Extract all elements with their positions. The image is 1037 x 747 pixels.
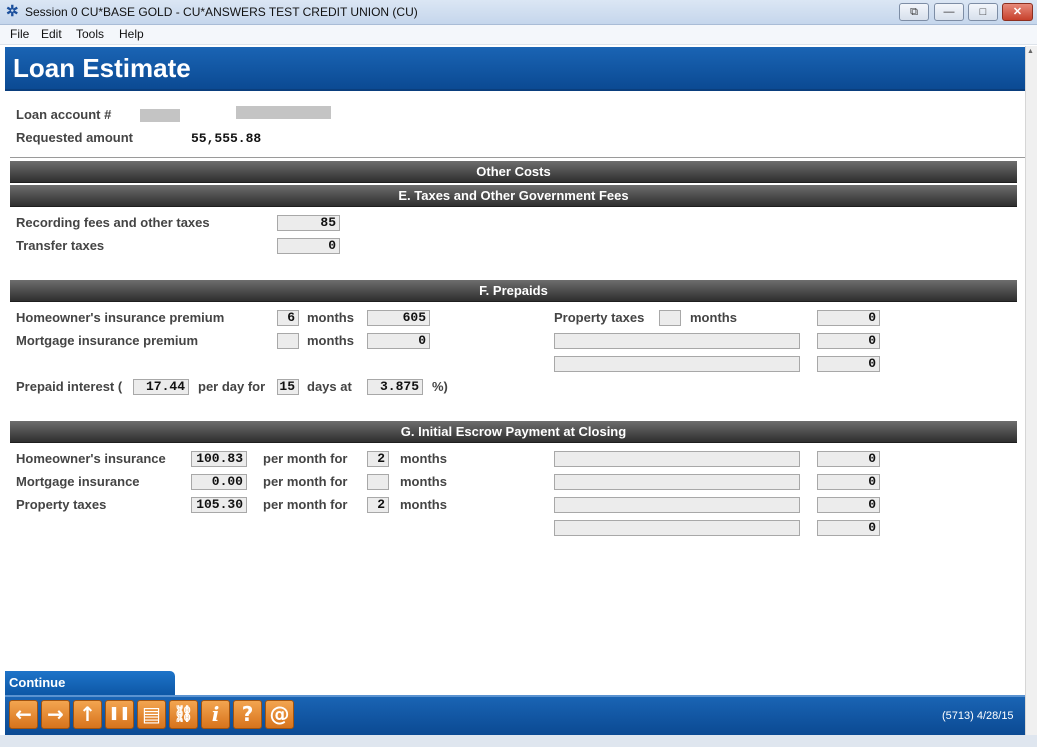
divider xyxy=(10,157,1025,158)
link-icon[interactable]: ⛓ xyxy=(169,700,198,729)
menu-bar xyxy=(0,25,1037,45)
up-arrow-icon[interactable]: ↑ xyxy=(73,700,102,729)
escrow-homeowners-label: Homeowner's insurance xyxy=(16,451,166,466)
recording-fees-label: Recording fees and other taxes xyxy=(16,215,210,230)
minimize-button[interactable]: — xyxy=(934,3,964,21)
menu-file[interactable]: File xyxy=(10,27,29,41)
requested-amount-value: 55,555.88 xyxy=(191,131,262,146)
escrow-other-amount-field[interactable]: 0 xyxy=(817,451,880,467)
pause-icon[interactable]: ❚❚ xyxy=(105,700,134,729)
per-day-for-label: per day for xyxy=(198,379,266,394)
months-label: months xyxy=(307,310,354,325)
section-escrow: G. Initial Escrow Payment at Closing xyxy=(10,421,1017,443)
prepaid-other-amount-field[interactable]: 0 xyxy=(817,333,880,349)
at-sign-icon[interactable]: @ xyxy=(265,700,294,729)
help-icon[interactable]: ? xyxy=(233,700,262,729)
restore-window-icon[interactable]: ⧉ xyxy=(899,3,929,21)
homeowners-premium-months-field[interactable]: 6 xyxy=(277,310,299,326)
property-taxes-months-field[interactable] xyxy=(659,310,681,326)
escrow-mortgage-amount-field[interactable]: 0.00 xyxy=(191,474,247,490)
info-icon[interactable]: i xyxy=(201,700,230,729)
escrow-other-desc-field[interactable] xyxy=(554,474,800,490)
loan-account-label: Loan account # xyxy=(16,107,112,122)
per-month-for-label: per month for xyxy=(263,497,348,512)
property-taxes-label: Property taxes xyxy=(554,310,645,325)
escrow-other-amount-field[interactable]: 0 xyxy=(817,520,880,536)
forward-arrow-icon[interactable]: → xyxy=(41,700,70,729)
transfer-taxes-label: Transfer taxes xyxy=(16,238,105,253)
escrow-homeowners-amount-field[interactable]: 100.83 xyxy=(191,451,247,467)
window-bottom-edge xyxy=(0,735,1037,747)
interest-rate-field[interactable]: 3.875 xyxy=(367,379,423,395)
section-other-costs: Other Costs xyxy=(10,161,1017,183)
maximize-button[interactable]: □ xyxy=(968,3,998,21)
recording-fees-field[interactable]: 85 xyxy=(277,215,340,231)
per-month-for-label: per month for xyxy=(263,451,348,466)
vertical-scrollbar[interactable] xyxy=(1025,46,1037,747)
escrow-property-taxes-months-field[interactable]: 2 xyxy=(367,497,389,513)
printer-icon[interactable]: ▤ xyxy=(137,700,166,729)
homeowners-premium-amount-field[interactable]: 605 xyxy=(367,310,430,326)
interest-days-field[interactable]: 15 xyxy=(277,379,299,395)
escrow-mortgage-months-field[interactable] xyxy=(367,474,389,490)
section-prepaids: F. Prepaids xyxy=(10,280,1017,302)
prepaid-other-desc-field[interactable] xyxy=(554,356,800,372)
page-title: Loan Estimate xyxy=(13,53,191,83)
continue-button[interactable]: Continue xyxy=(5,671,175,695)
escrow-other-desc-field[interactable] xyxy=(554,520,800,536)
escrow-homeowners-months-field[interactable]: 2 xyxy=(367,451,389,467)
escrow-other-desc-field[interactable] xyxy=(554,497,800,513)
prepaid-other-desc-field[interactable] xyxy=(554,333,800,349)
escrow-mortgage-label: Mortgage insurance xyxy=(16,474,140,489)
prepaid-interest-label: Prepaid interest ( xyxy=(16,379,123,394)
back-arrow-icon[interactable]: ← xyxy=(9,700,38,729)
months-label: months xyxy=(307,333,354,348)
close-button[interactable]: ✕ xyxy=(1002,3,1033,21)
menu-tools[interactable]: Tools xyxy=(76,27,104,41)
redacted-account-number xyxy=(140,109,180,122)
percent-label: %) xyxy=(432,379,448,394)
mortgage-premium-label: Mortgage insurance premium xyxy=(16,333,199,348)
status-text: (5713) 4/28/15 xyxy=(942,710,1014,722)
redacted-member-name xyxy=(236,106,331,119)
menu-edit[interactable]: Edit xyxy=(41,27,62,41)
interest-per-day-field[interactable]: 17.44 xyxy=(133,379,189,395)
mortgage-premium-amount-field[interactable]: 0 xyxy=(367,333,430,349)
months-label: months xyxy=(400,497,447,512)
window-title: Session 0 CU*BASE GOLD - CU*ANSWERS TEST… xyxy=(25,5,418,19)
months-label: months xyxy=(690,310,737,325)
property-taxes-amount-field[interactable]: 0 xyxy=(817,310,880,326)
homeowners-premium-label: Homeowner's insurance premium xyxy=(16,310,225,325)
escrow-other-amount-field[interactable]: 0 xyxy=(817,474,880,490)
transfer-taxes-field[interactable]: 0 xyxy=(277,238,340,254)
menu-help[interactable]: Help xyxy=(119,27,144,41)
scroll-up-icon[interactable]: ▲ xyxy=(1027,48,1035,56)
prepaid-other-amount-field[interactable]: 0 xyxy=(817,356,880,372)
requested-amount-label: Requested amount xyxy=(16,130,134,145)
escrow-property-taxes-amount-field[interactable]: 105.30 xyxy=(191,497,247,513)
months-label: months xyxy=(400,451,447,466)
per-month-for-label: per month for xyxy=(263,474,348,489)
days-at-label: days at xyxy=(307,379,352,394)
escrow-other-desc-field[interactable] xyxy=(554,451,800,467)
escrow-property-taxes-label: Property taxes xyxy=(16,497,107,512)
months-label: months xyxy=(400,474,447,489)
mortgage-premium-months-field[interactable] xyxy=(277,333,299,349)
app-logo-icon: ✲ xyxy=(6,3,19,20)
section-taxes: E. Taxes and Other Government Fees xyxy=(10,185,1017,207)
escrow-other-amount-field[interactable]: 0 xyxy=(817,497,880,513)
